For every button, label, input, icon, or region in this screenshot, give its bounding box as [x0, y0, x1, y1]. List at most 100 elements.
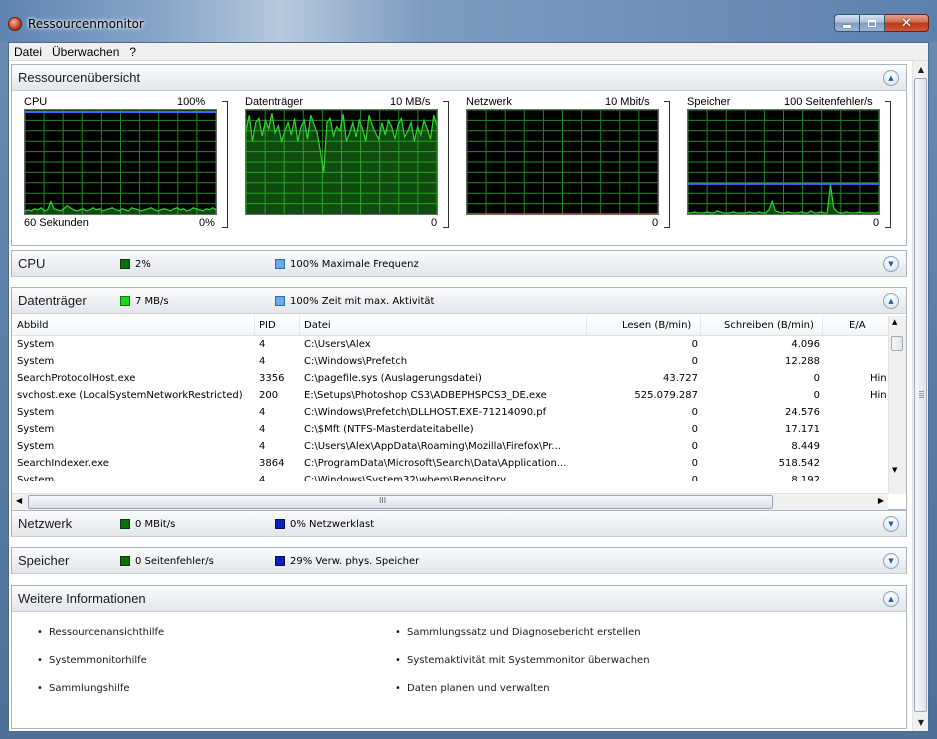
graph-network	[466, 109, 659, 215]
table-row[interactable]: svchost.exe (LocalSystemNetworkRestricte…	[12, 387, 888, 404]
graph-memory	[687, 109, 880, 215]
col-lesen[interactable]: Lesen (B/min)	[622, 320, 691, 331]
col-pid[interactable]: PID	[259, 320, 276, 331]
collapse-up-icon[interactable]: ▲	[883, 70, 899, 86]
graph-cpu-max: 100%	[177, 96, 206, 108]
link-sammlungshilfe[interactable]: • Sammlungshilfe	[37, 683, 130, 694]
close-button[interactable]: ✕	[885, 14, 929, 32]
table-row[interactable]: SearchProtocolHost.exe 3356 C:\pagefile.sy…	[12, 370, 888, 387]
cell-lesen: 0	[691, 356, 698, 367]
cell-lesen: 0	[691, 339, 698, 350]
col-ea[interactable]: E/A	[849, 320, 887, 331]
cell-schreiben: 8.192	[791, 475, 820, 481]
caption-buttons: ✕	[834, 14, 929, 32]
column-divider[interactable]	[700, 316, 701, 335]
column-divider[interactable]	[586, 316, 587, 335]
link-systemmonitorhilfe[interactable]: • Systemmonitorhilfe	[37, 655, 147, 666]
table-row[interactable]: System 4 C:\Users\Alex\AppData\Roaming\Moz…	[12, 438, 888, 455]
table-row[interactable]: System 4 C:\Windows\System32\wbem\Reposito…	[12, 472, 888, 481]
disk-header[interactable]: Datenträger 7 MB/s 100% Zeit mit max. Ak…	[12, 288, 906, 314]
maximize-button[interactable]	[860, 14, 885, 32]
main-content: Ressourcenübersicht ▲ CPU 100% 60 Sekund…	[9, 61, 912, 731]
cell-schreiben: 8.449	[791, 441, 820, 452]
table-row[interactable]: System 4 C:\Windows\Prefetch 0 12.288	[12, 353, 888, 370]
menu-datei[interactable]: Datei	[9, 45, 47, 59]
scroll-up-icon[interactable]: ▲	[913, 61, 929, 78]
window: Ressourcenmonitor ✕ Datei Überwachen ? R…	[0, 0, 937, 739]
table-row[interactable]: System 4 C:\$Mft (NTFS-Masterdateitabelle)…	[12, 421, 888, 438]
column-divider[interactable]	[254, 316, 255, 335]
cell-lesen: 0	[691, 458, 698, 469]
disk-table-vscrollbar[interactable]: ▲ ▼	[888, 316, 906, 494]
scroll-up-icon[interactable]: ▲	[892, 318, 897, 326]
memory-faults-swatch	[120, 556, 130, 566]
bullet-icon: •	[37, 627, 43, 638]
memory-used: 29% Verw. phys. Speicher	[290, 556, 420, 567]
disk-table-hscrollbar[interactable]: ◀ III ▶	[12, 493, 888, 510]
column-divider[interactable]	[299, 316, 300, 335]
expand-down-icon[interactable]: ▼	[883, 256, 899, 272]
memory-header[interactable]: Speicher 0 Seitenfehler/s 29% Verw. phys…	[12, 548, 906, 574]
hscroll-thumb[interactable]: III	[28, 495, 773, 509]
disk-rate-swatch	[120, 296, 130, 306]
network-load-swatch	[275, 519, 285, 529]
overview-header[interactable]: Ressourcenübersicht ▲	[12, 65, 906, 91]
scroll-down-icon[interactable]: ▼	[913, 714, 929, 731]
scroll-thumb[interactable]	[891, 336, 903, 351]
cell-pid: 3864	[259, 458, 285, 469]
collapse-up-icon[interactable]: ▲	[883, 293, 899, 309]
cell-pid: 4	[259, 356, 266, 367]
main-scroll-thumb[interactable]	[914, 78, 927, 712]
graph-network-scale	[664, 101, 670, 228]
minimize-button[interactable]	[834, 14, 860, 32]
link-diagnosebericht[interactable]: • Sammlungssatz und Diagnosebericht erste…	[395, 627, 641, 638]
more-info-section: Weitere Informationen ▲ • Ressourcenansic…	[11, 585, 907, 729]
menu-help[interactable]: ?	[124, 45, 141, 59]
bullet-icon: •	[37, 655, 43, 666]
graph-disk-max: 10 MB/s	[390, 96, 431, 108]
cell-schreiben: 4.096	[791, 339, 820, 350]
column-divider[interactable]	[822, 316, 823, 335]
cell-datei: C:\pagefile.sys (Auslagerungsdatei)	[304, 373, 482, 384]
more-info-title: Weitere Informationen	[18, 591, 146, 606]
network-title: Netzwerk	[18, 516, 73, 531]
graph-memory-label: Speicher	[687, 96, 731, 108]
table-row[interactable]: SearchIndexer.exe 3864 C:\ProgramData\Micr…	[12, 455, 888, 472]
cell-abbild: System	[17, 441, 55, 452]
expand-down-icon[interactable]: ▼	[883, 553, 899, 569]
link-daten-planen[interactable]: • Daten planen und verwalten	[395, 683, 550, 694]
scroll-left-icon[interactable]: ◀	[16, 496, 22, 505]
network-header[interactable]: Netzwerk 0 MBit/s 0% Netzwerklast ▼	[12, 511, 906, 537]
col-schreiben[interactable]: Schreiben (B/min)	[724, 320, 814, 331]
cell-schreiben: 0	[813, 390, 820, 401]
title-bar[interactable]: Ressourcenmonitor ✕	[0, 0, 937, 42]
col-abbild[interactable]: Abbild	[17, 320, 48, 331]
window-title: Ressourcenmonitor	[28, 17, 144, 31]
scroll-right-icon[interactable]: ▶	[878, 496, 884, 505]
cell-datei: C:\Users\Alex\AppData\Roaming\Mozilla\Fi…	[304, 441, 561, 452]
g-disk-svg	[246, 110, 437, 214]
cell-pid: 4	[259, 441, 266, 452]
graph-network-max: 10 Mbit/s	[605, 96, 650, 108]
cpu-usage-swatch	[120, 259, 130, 269]
network-load: 0% Netzwerklast	[290, 519, 375, 530]
expand-down-icon[interactable]: ▼	[883, 516, 899, 532]
cell-schreiben: 518.542	[778, 458, 820, 469]
cell-datei: C:\$Mft (NTFS-Masterdateitabelle)	[304, 424, 474, 435]
scroll-down-icon[interactable]: ▼	[892, 466, 897, 474]
cell-ea: Hin	[870, 373, 887, 384]
main-vscrollbar[interactable]: ▲ ▼	[912, 61, 928, 731]
cell-lesen: 0	[691, 475, 698, 481]
disk-section: Datenträger 7 MB/s 100% Zeit mit max. Ak…	[11, 287, 907, 510]
menu-ueberwachen[interactable]: Überwachen	[47, 45, 124, 59]
more-info-header[interactable]: Weitere Informationen ▲	[12, 586, 906, 612]
bullet-icon: •	[395, 655, 401, 666]
cell-abbild: System	[17, 424, 55, 435]
table-row[interactable]: System 4 C:\Users\Alex 0 4.096	[12, 336, 888, 353]
cpu-header[interactable]: CPU 2% 100% Maximale Frequenz ▼	[12, 251, 906, 277]
table-row[interactable]: System 4 C:\Windows\Prefetch\DLLHOST.EXE-7…	[12, 404, 888, 421]
col-datei[interactable]: Datei	[304, 320, 331, 331]
link-ressourcenansichthilfe[interactable]: • Ressourcenansichthilfe	[37, 627, 164, 638]
link-systemaktivitaet[interactable]: • Systemaktivität mit Systemmonitor überw…	[395, 655, 650, 666]
collapse-up-icon[interactable]: ▲	[883, 591, 899, 607]
